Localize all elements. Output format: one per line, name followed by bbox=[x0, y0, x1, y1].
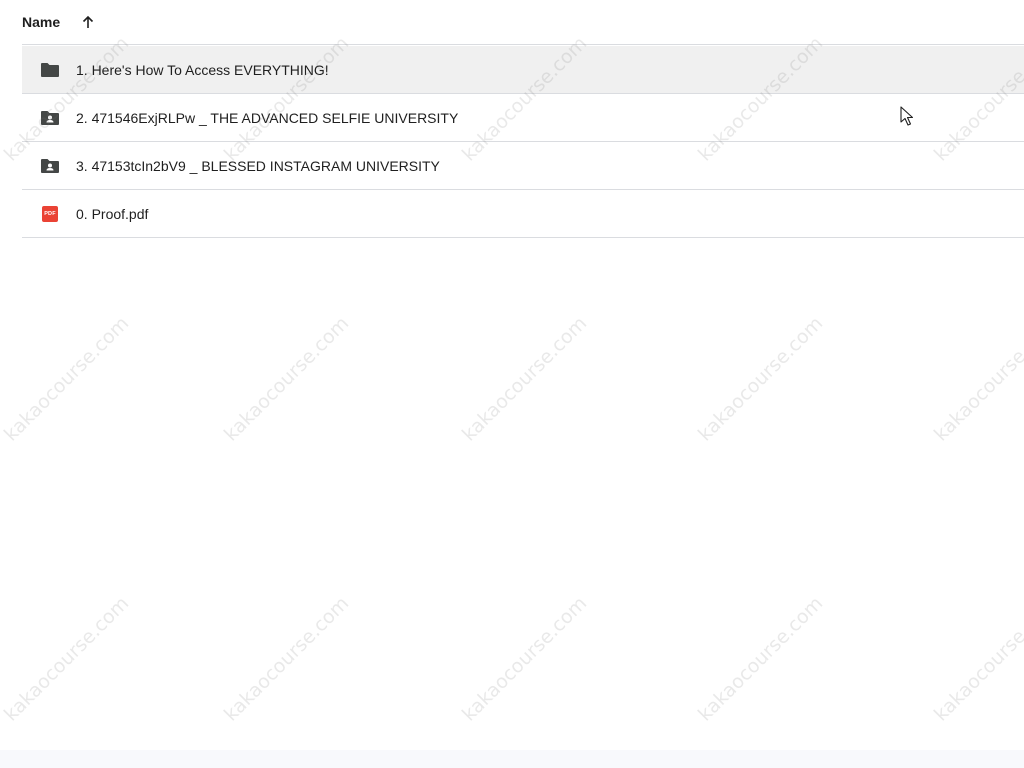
shared-folder-icon bbox=[40, 108, 60, 128]
watermark: kakaocourse.com bbox=[930, 592, 1024, 726]
file-name: 0. Proof.pdf bbox=[76, 205, 149, 222]
watermark: kakaocourse.com bbox=[458, 592, 592, 726]
file-name: 1. Here's How To Access EVERYTHING! bbox=[76, 61, 329, 78]
arrow-up-icon[interactable] bbox=[80, 14, 96, 30]
folder-icon bbox=[40, 60, 60, 80]
watermark: kakaocourse.com bbox=[0, 592, 134, 726]
file-name: 2. 471546ExjRLPw _ THE ADVANCED SELFIE U… bbox=[76, 109, 459, 126]
name-column-header[interactable]: Name bbox=[22, 14, 60, 30]
mouse-cursor-icon bbox=[900, 106, 914, 126]
file-name: 3. 47153tcIn2bV9 _ BLESSED INSTAGRAM UNI… bbox=[76, 157, 440, 174]
watermark: kakaocourse.com bbox=[694, 312, 828, 446]
file-row[interactable]: 2. 471546ExjRLPw _ THE ADVANCED SELFIE U… bbox=[22, 94, 1024, 142]
file-row[interactable]: 3. 47153tcIn2bV9 _ BLESSED INSTAGRAM UNI… bbox=[22, 142, 1024, 190]
file-browser: Name 1. Here's How To Access EVERYTHING! bbox=[0, 0, 1024, 768]
column-header: Name bbox=[22, 0, 1024, 45]
footer-strip bbox=[0, 750, 1024, 768]
watermark: kakaocourse.com bbox=[220, 312, 354, 446]
file-row[interactable]: 1. Here's How To Access EVERYTHING! bbox=[22, 46, 1024, 94]
shared-folder-icon bbox=[40, 156, 60, 176]
watermark: kakaocourse.com bbox=[458, 312, 592, 446]
watermark: kakaocourse.com bbox=[0, 312, 134, 446]
pdf-icon: PDF bbox=[40, 204, 60, 224]
file-list: 1. Here's How To Access EVERYTHING! 2. 4… bbox=[22, 46, 1024, 238]
pdf-badge: PDF bbox=[42, 205, 58, 222]
watermark: kakaocourse.com bbox=[930, 312, 1024, 446]
file-row[interactable]: PDF 0. Proof.pdf bbox=[22, 190, 1024, 238]
watermark: kakaocourse.com bbox=[220, 592, 354, 726]
watermark: kakaocourse.com bbox=[694, 592, 828, 726]
